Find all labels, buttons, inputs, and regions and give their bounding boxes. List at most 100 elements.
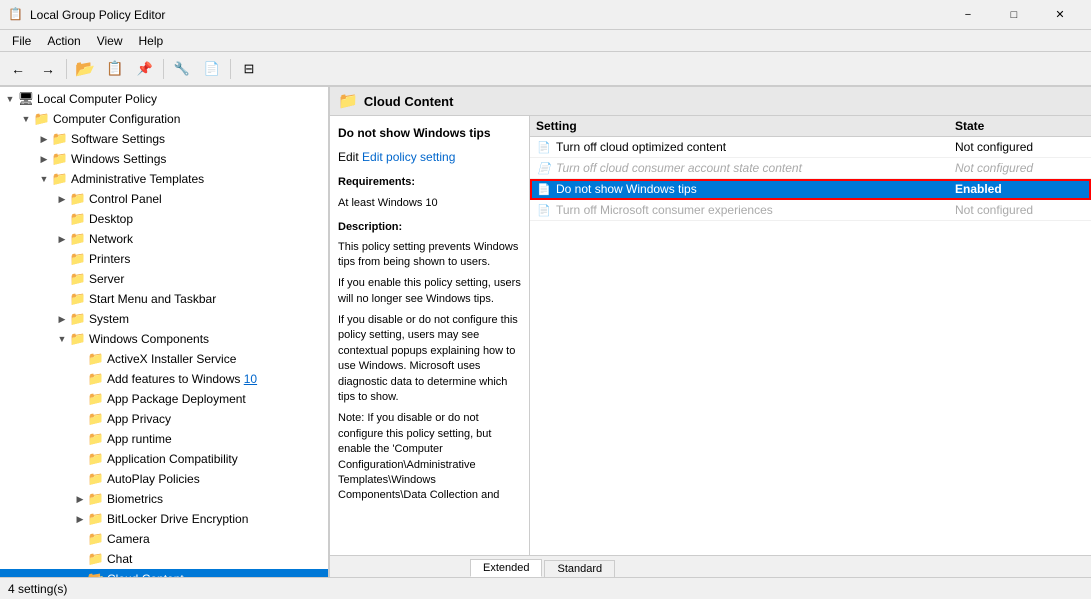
network-icon: 📁	[70, 231, 86, 247]
tree-item-windows-settings[interactable]: ▶ 📁 Windows Settings	[0, 149, 328, 169]
tree-item-start-menu[interactable]: 📁 Start Menu and Taskbar	[0, 289, 328, 309]
menu-help[interactable]: Help	[131, 32, 172, 50]
detail-edit-link[interactable]: Edit Edit policy setting	[338, 148, 521, 166]
menu-view[interactable]: View	[89, 32, 131, 50]
detail-para-4: Note: If you disable or do not configure…	[338, 411, 521, 503]
main-container: ▼ 🖥 Local Computer Policy ▼ 📁 Computer C…	[0, 86, 1091, 577]
system-icon: 📁	[70, 311, 86, 327]
back-button[interactable]: ←	[4, 56, 32, 82]
tree-item-cloud-content[interactable]: 📂 Cloud Content	[0, 569, 328, 577]
server-icon: 📁	[70, 271, 86, 287]
tree-item-camera[interactable]: 📁 Camera	[0, 529, 328, 549]
tree-item-autoplay[interactable]: 📁 AutoPlay Policies	[0, 469, 328, 489]
tree-item-biometrics[interactable]: ▶ 📁 Biometrics	[0, 489, 328, 509]
forward-button[interactable]: →	[34, 56, 62, 82]
right-panel: 📁 Cloud Content Do not show Windows tips…	[330, 87, 1091, 577]
tree-item-software-settings[interactable]: ▶ 📁 Software Settings	[0, 129, 328, 149]
settings-row-1-label: Turn off cloud optimized content	[556, 140, 955, 154]
camera-label: Camera	[107, 532, 150, 546]
settings-row-4[interactable]: 📄 Turn off Microsoft consumer experience…	[530, 200, 1091, 221]
autoplay-label: AutoPlay Policies	[107, 472, 200, 486]
tree-root[interactable]: ▼ 🖥 Local Computer Policy	[0, 89, 328, 109]
app-runtime-expander	[72, 431, 88, 447]
computer-config-label: Computer Configuration	[53, 112, 180, 126]
bitlocker-icon: 📁	[88, 511, 104, 527]
tree-item-server[interactable]: 📁 Server	[0, 269, 328, 289]
windows-components-label: Windows Components	[89, 332, 209, 346]
activex-expander	[72, 351, 88, 367]
paste-button[interactable]: 📌	[131, 56, 159, 82]
app-compat-icon: 📁	[88, 451, 104, 467]
add-features-icon: 📁	[88, 371, 104, 387]
detail-para-1: This policy setting prevents Windows tip…	[338, 240, 521, 271]
tree-item-printers[interactable]: 📁 Printers	[0, 249, 328, 269]
properties-button[interactable]: 🔧	[168, 56, 196, 82]
tree-item-desktop[interactable]: 📁 Desktop	[0, 209, 328, 229]
camera-icon: 📁	[88, 531, 104, 547]
start-menu-icon: 📁	[70, 291, 86, 307]
bitlocker-expander: ▶	[72, 511, 88, 527]
software-settings-expander: ▶	[36, 131, 52, 147]
tree-item-control-panel[interactable]: ▶ 📁 Control Panel	[0, 189, 328, 209]
cloud-content-expander	[72, 571, 88, 577]
show-hide-button[interactable]: 📂	[71, 56, 99, 82]
settings-row-1-icon: 📄	[536, 139, 552, 155]
settings-row-4-label: Turn off Microsoft consumer experiences	[556, 203, 955, 217]
admin-templates-expander: ▼	[36, 171, 52, 187]
tree-item-app-runtime[interactable]: 📁 App runtime	[0, 429, 328, 449]
tree-item-admin-templates[interactable]: ▼ 📁 Administrative Templates	[0, 169, 328, 189]
tree-item-computer-config[interactable]: ▼ 📁 Computer Configuration	[0, 109, 328, 129]
app-privacy-expander	[72, 411, 88, 427]
tree-item-app-compat[interactable]: 📁 Application Compatibility	[0, 449, 328, 469]
tree-item-chat[interactable]: 📁 Chat	[0, 549, 328, 569]
maximize-button[interactable]: □	[991, 0, 1037, 30]
tree-item-app-package[interactable]: 📁 App Package Deployment	[0, 389, 328, 409]
tree-item-system[interactable]: ▶ 📁 System	[0, 309, 328, 329]
settings-row-3[interactable]: 📄 Do not show Windows tips Enabled	[530, 179, 1091, 200]
menu-action[interactable]: Action	[39, 32, 88, 50]
edit-policy-setting-link[interactable]: Edit policy setting	[362, 150, 455, 164]
settings-row-1[interactable]: 📄 Turn off cloud optimized content Not c…	[530, 137, 1091, 158]
tree-item-network[interactable]: ▶ 📁 Network	[0, 229, 328, 249]
tree-item-add-features[interactable]: 📁 Add features to Windows 10	[0, 369, 328, 389]
tree-item-app-privacy[interactable]: 📁 App Privacy	[0, 409, 328, 429]
settings-row-2-state: Not configured	[955, 161, 1085, 175]
settings-row-1-state: Not configured	[955, 140, 1085, 154]
settings-row-3-label: Do not show Windows tips	[556, 182, 955, 196]
activex-icon: 📁	[88, 351, 104, 367]
tree-item-windows-components[interactable]: ▼ 📁 Windows Components	[0, 329, 328, 349]
computer-config-icon: 📁	[34, 111, 50, 127]
settings-row-4-state: Not configured	[955, 203, 1085, 217]
settings-row-2[interactable]: 📄 Turn off cloud consumer account state …	[530, 158, 1091, 179]
network-expander: ▶	[54, 231, 70, 247]
printers-expander	[54, 251, 70, 267]
detail-para-3: If you disable or do not configure this …	[338, 313, 521, 405]
help-button[interactable]: 📄	[198, 56, 226, 82]
tab-standard[interactable]: Standard	[544, 560, 615, 577]
desktop-label: Desktop	[89, 212, 133, 226]
window-title: Local Group Policy Editor	[30, 8, 945, 22]
menu-file[interactable]: File	[4, 32, 39, 50]
tab-extended[interactable]: Extended	[470, 559, 542, 577]
filter-button[interactable]: ⊟	[235, 56, 263, 82]
printers-icon: 📁	[70, 251, 86, 267]
autoplay-expander	[72, 471, 88, 487]
activex-label: ActiveX Installer Service	[107, 352, 236, 366]
tree-item-activex[interactable]: 📁 ActiveX Installer Service	[0, 349, 328, 369]
minimize-button[interactable]: −	[945, 0, 991, 30]
desktop-icon: 📁	[70, 211, 86, 227]
chat-icon: 📁	[88, 551, 104, 567]
bottom-tabs: Extended Standard	[330, 555, 1091, 577]
status-bar: 4 setting(s)	[0, 577, 1091, 599]
right-content: Do not show Windows tips Edit Edit polic…	[330, 116, 1091, 555]
control-panel-icon: 📁	[70, 191, 86, 207]
app-package-label: App Package Deployment	[107, 392, 246, 406]
detail-requirements-value: At least Windows 10	[338, 195, 521, 212]
biometrics-label: Biometrics	[107, 492, 163, 506]
copy-button[interactable]: 📋	[101, 56, 129, 82]
app-runtime-icon: 📁	[88, 431, 104, 447]
toolbar-separator-3	[230, 59, 231, 79]
close-button[interactable]: ✕	[1037, 0, 1083, 30]
camera-expander	[72, 531, 88, 547]
tree-item-bitlocker[interactable]: ▶ 📁 BitLocker Drive Encryption	[0, 509, 328, 529]
